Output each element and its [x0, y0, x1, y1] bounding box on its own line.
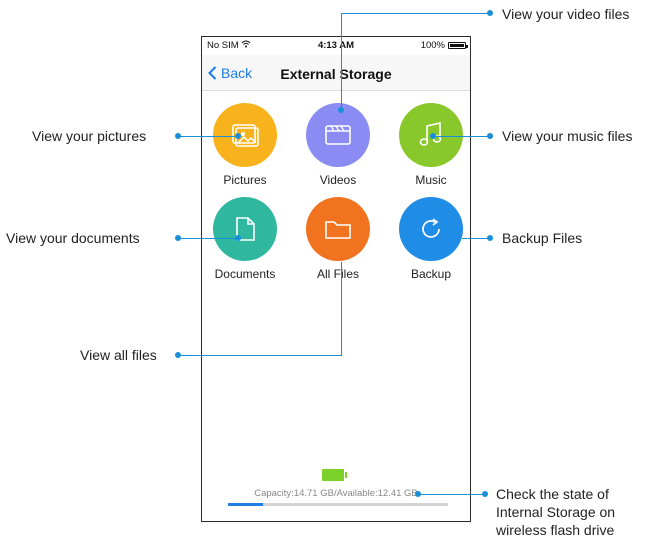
backup-tile[interactable]: Backup [391, 197, 471, 281]
backup-label: Backup [410, 267, 452, 281]
folder-icon [306, 197, 370, 261]
annotation-pictures: View your pictures [32, 128, 147, 144]
callout-line-pictures [178, 136, 238, 137]
all-files-label: All Files [316, 267, 359, 281]
annotation-backup: Backup Files [502, 230, 583, 246]
videos-tile[interactable]: Videos [298, 103, 378, 187]
pictures-icon [213, 103, 277, 167]
drive-battery-icon [322, 469, 347, 481]
callout-dot [487, 10, 493, 16]
callout-dot [487, 235, 493, 241]
refresh-icon [399, 197, 463, 261]
annotation-all-files: View all files [80, 347, 157, 363]
pictures-tile[interactable]: Pictures [205, 103, 285, 187]
phone-screen: No SIM 4:13 AM 100% Back External Storag… [201, 36, 471, 522]
page-title: External Storage [280, 66, 392, 82]
music-tile[interactable]: Music [391, 103, 471, 187]
videos-label: Videos [319, 173, 357, 187]
annotation-storage-line1: Check the state of [496, 486, 609, 502]
callout-line-backup [462, 238, 490, 239]
callout-line-all-files-h [178, 355, 342, 356]
callout-dot [175, 235, 181, 241]
callout-dot [235, 133, 241, 139]
documents-label: Documents [214, 267, 276, 281]
callout-line-video [341, 13, 342, 110]
status-bar: No SIM 4:13 AM 100% [202, 37, 470, 55]
storage-progress-fill [228, 503, 264, 506]
callout-line-all-files [341, 262, 342, 355]
all-files-tile[interactable]: All Files [298, 197, 378, 281]
callout-line-music [433, 136, 490, 137]
callout-line-documents [178, 238, 238, 239]
pictures-label: Pictures [223, 173, 267, 187]
callout-dot [175, 352, 181, 358]
documents-tile[interactable]: Documents [205, 197, 285, 281]
callout-dot [482, 491, 488, 497]
callout-dot [338, 107, 344, 113]
callout-dot [415, 491, 421, 497]
battery-status: 100% [420, 40, 468, 51]
callout-line-storage [418, 494, 484, 495]
navigation-bar: Back External Storage [202, 55, 470, 91]
annotation-video: View your video files [502, 6, 630, 22]
callout-dot [175, 133, 181, 139]
annotation-music: View your music files [502, 128, 633, 144]
callout-dot [430, 133, 436, 139]
callout-dot [487, 133, 493, 139]
music-label: Music [415, 173, 447, 187]
document-icon [213, 197, 277, 261]
battery-icon [448, 42, 468, 49]
battery-percent: 100% [420, 40, 445, 51]
annotation-storage-line3: wireless flash drive [496, 522, 615, 538]
videos-icon [306, 103, 370, 167]
callout-line-video-h [341, 13, 490, 14]
annotation-documents: View your documents [6, 230, 140, 246]
callout-dot [235, 235, 241, 241]
annotation-storage-line2: Internal Storage on [496, 504, 616, 520]
storage-progress-bar [228, 503, 448, 506]
